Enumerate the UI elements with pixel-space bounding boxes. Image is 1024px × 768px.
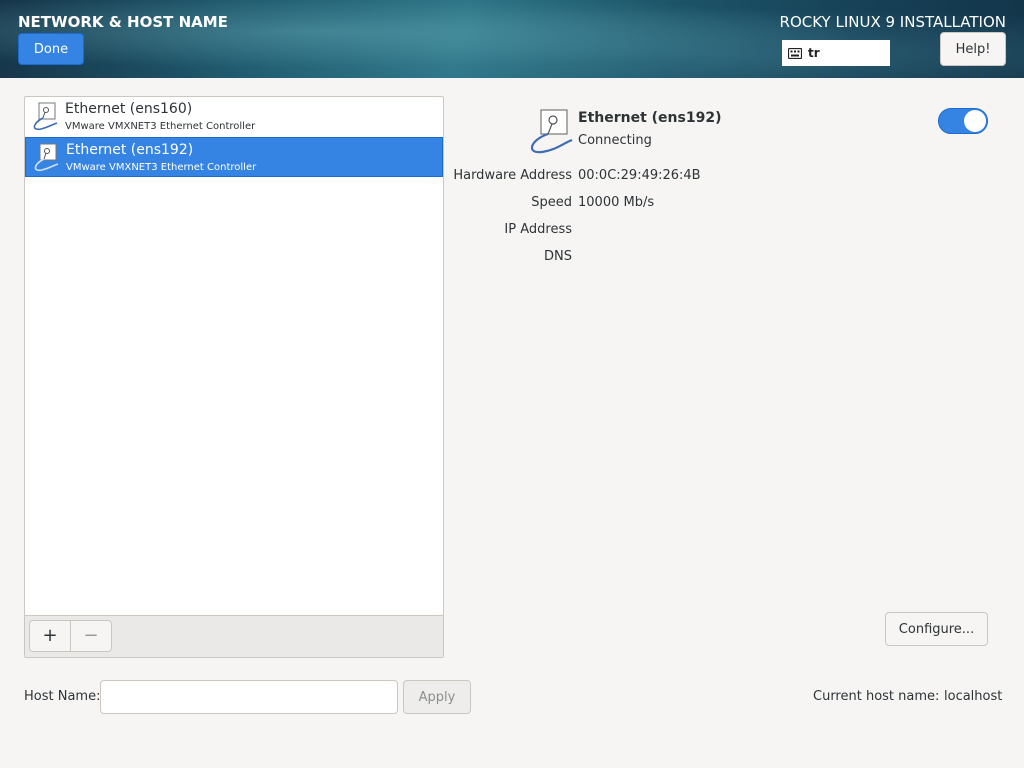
keyboard-layout-label: tr xyxy=(808,46,820,60)
toggle-knob xyxy=(964,110,986,132)
network-device-list: Ethernet (ens160) VMware VMXNET3 Etherne… xyxy=(24,96,444,658)
current-host-name-label: Current host name: xyxy=(813,689,940,704)
device-connection-status: Connecting xyxy=(578,133,652,148)
configure-button[interactable]: Configure... xyxy=(885,612,988,646)
hardware-address-value: 00:0C:29:49:26:4B xyxy=(578,168,701,183)
help-button[interactable]: Help! xyxy=(940,32,1006,66)
ethernet-icon xyxy=(33,102,58,131)
keyboard-icon xyxy=(788,47,802,59)
remove-device-button[interactable]: − xyxy=(70,620,112,652)
host-name-label: Host Name: xyxy=(24,689,101,704)
speed-value: 10000 Mb/s xyxy=(578,195,655,210)
device-description: VMware VMXNET3 Ethernet Controller xyxy=(65,121,256,132)
device-enable-toggle[interactable] xyxy=(938,108,988,134)
hardware-address-label: Hardware Address xyxy=(453,168,572,183)
page-title: NETWORK & HOST NAME xyxy=(18,13,228,31)
ethernet-icon xyxy=(34,143,59,172)
current-host-name-value: localhost xyxy=(944,689,1003,704)
device-name: Ethernet (ens192) xyxy=(66,142,194,158)
device-list-toolbar: + − xyxy=(25,615,443,657)
add-device-button[interactable]: + xyxy=(29,620,71,652)
device-description: VMware VMXNET3 Ethernet Controller xyxy=(66,162,257,173)
product-title: ROCKY LINUX 9 INSTALLATION xyxy=(779,13,1006,31)
header-banner: NETWORK & HOST NAME Done ROCKY LINUX 9 I… xyxy=(0,0,1024,78)
ethernet-icon xyxy=(531,109,573,154)
device-name: Ethernet (ens160) xyxy=(65,101,193,117)
host-name-input[interactable] xyxy=(100,680,398,714)
device-row-ens192[interactable]: Ethernet (ens192) VMware VMXNET3 Etherne… xyxy=(25,137,443,177)
ip-address-label: IP Address xyxy=(504,222,572,237)
done-button[interactable]: Done xyxy=(18,33,84,65)
device-row-ens160[interactable]: Ethernet (ens160) VMware VMXNET3 Etherne… xyxy=(25,97,443,137)
dns-label: DNS xyxy=(544,249,572,264)
keyboard-layout-indicator[interactable]: tr xyxy=(782,40,890,66)
device-detail-name: Ethernet (ens192) xyxy=(578,110,722,126)
apply-button[interactable]: Apply xyxy=(403,680,471,714)
speed-label: Speed xyxy=(531,195,572,210)
